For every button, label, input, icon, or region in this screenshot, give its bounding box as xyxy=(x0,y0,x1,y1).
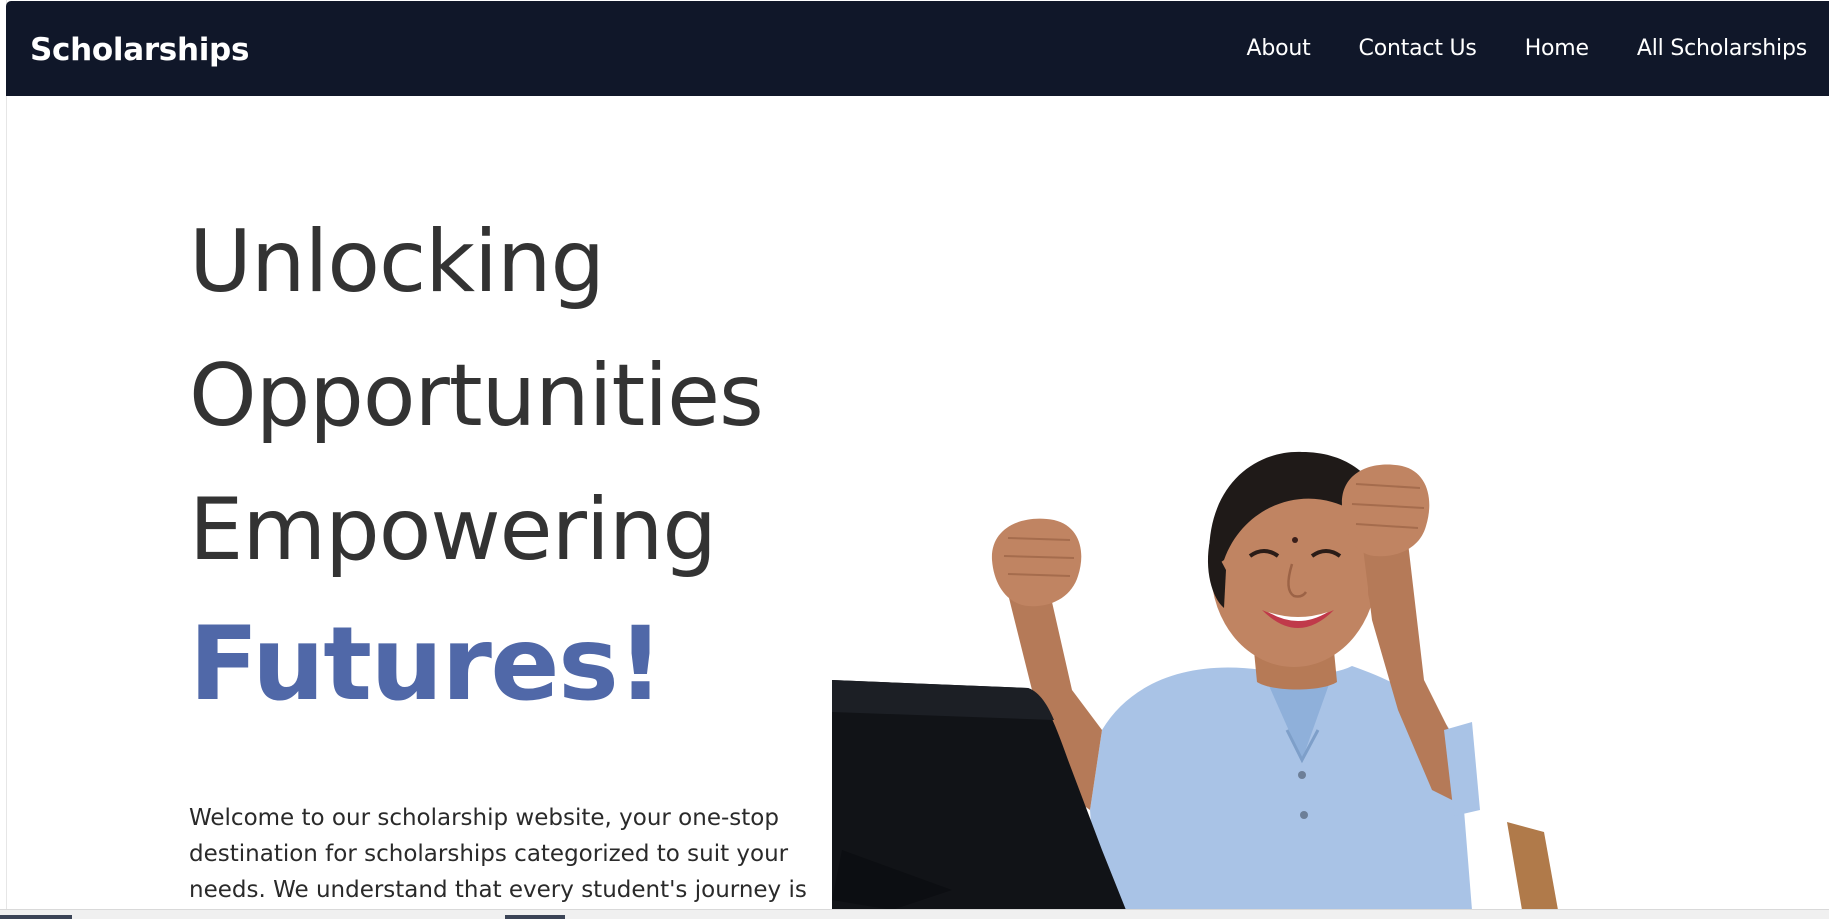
nav-link-home[interactable]: Home xyxy=(1525,36,1589,61)
taskbar-indicator xyxy=(0,915,72,919)
nav-link-about[interactable]: About xyxy=(1247,36,1311,61)
hero-heading: Unlocking Opportunities Empowering Futur… xyxy=(189,195,764,733)
hero-accent-futures: Futures! xyxy=(189,605,664,724)
hero-line-empowering: Empowering xyxy=(189,480,717,580)
nav-link-all-scholarships[interactable]: All Scholarships xyxy=(1637,36,1807,61)
window-left-edge xyxy=(0,0,7,910)
nav-links: About Contact Us Home All Scholarships xyxy=(1247,1,1808,96)
top-navbar: Scholarships About Contact Us Home All S… xyxy=(6,1,1829,96)
taskbar-indicator xyxy=(505,915,565,919)
hero-line-opportunities: Opportunities xyxy=(189,346,764,446)
student-celebrating-image xyxy=(832,451,1558,910)
intro-paragraph: Welcome to our scholarship website, your… xyxy=(189,805,807,903)
page-frame: Scholarships About Contact Us Home All S… xyxy=(0,0,1829,919)
brand-logo[interactable]: Scholarships xyxy=(30,1,249,96)
hero-line-unlocking: Unlocking xyxy=(189,212,605,312)
nav-link-contact-us[interactable]: Contact Us xyxy=(1359,36,1477,61)
